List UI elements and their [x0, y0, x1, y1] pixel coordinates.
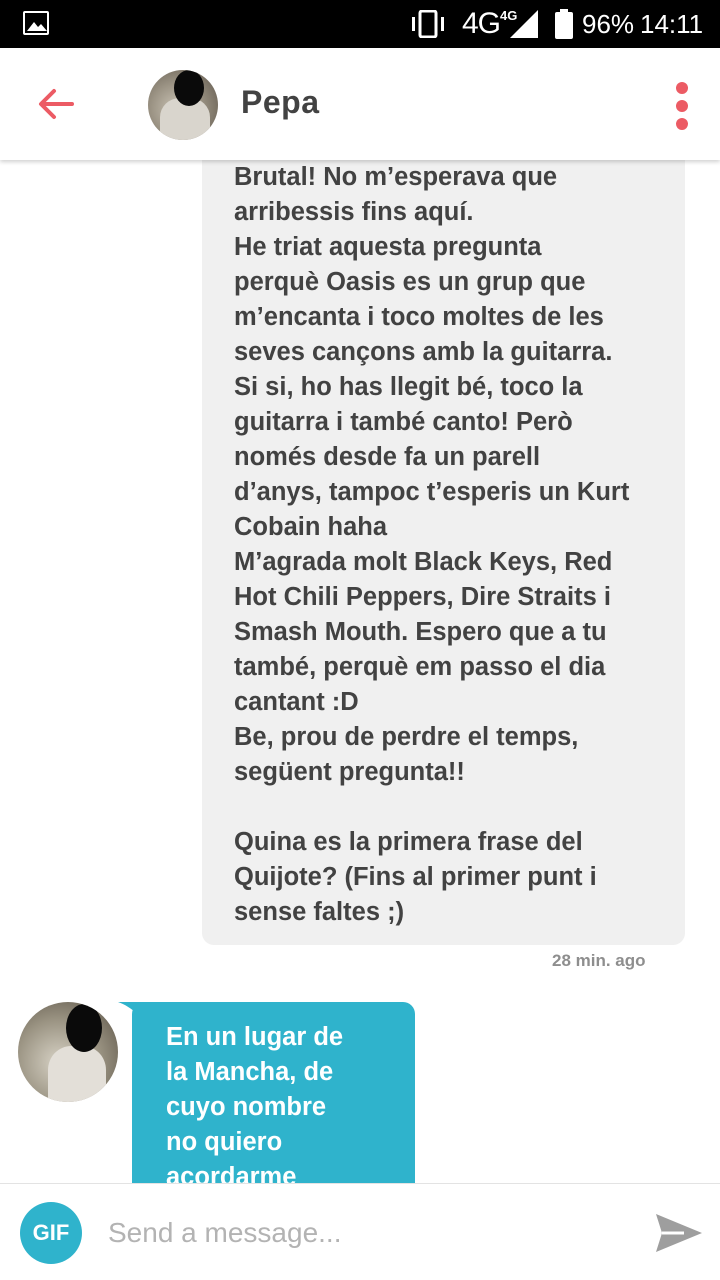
message-timestamp: 28 min. ago: [552, 951, 646, 970]
arrow-left-icon[interactable]: [34, 86, 78, 122]
battery-percent: 96%: [582, 9, 635, 39]
chat-header: Pepa: [0, 48, 720, 160]
received-message-bubble: Brutal! No m’esperava que arribessis fin…: [202, 140, 685, 945]
reply-message-bubble: En un lugar de la Mancha, de cuyo nombre…: [132, 1002, 415, 1202]
gallery-notification-icon: [23, 11, 49, 35]
message-input[interactable]: [108, 1210, 628, 1256]
chat-screen: 4G 4G 96% 14:11 Pepa Brutal! No m’espera…: [0, 0, 720, 1280]
contact-name[interactable]: Pepa: [241, 84, 319, 121]
status-bar: 4G 4G 96% 14:11: [0, 0, 720, 48]
message-avatar[interactable]: [18, 1002, 118, 1102]
gif-button[interactable]: GIF: [20, 1202, 82, 1264]
message-composer: GIF: [0, 1183, 720, 1280]
signal-icon: [510, 10, 538, 38]
network-type: 4G: [462, 7, 501, 40]
vibrate-icon: [412, 10, 444, 38]
more-vertical-icon[interactable]: [672, 82, 692, 130]
contact-avatar[interactable]: [148, 70, 218, 140]
send-icon[interactable]: [654, 1210, 704, 1256]
clock: 14:11: [640, 9, 704, 39]
battery-icon: [555, 9, 573, 39]
